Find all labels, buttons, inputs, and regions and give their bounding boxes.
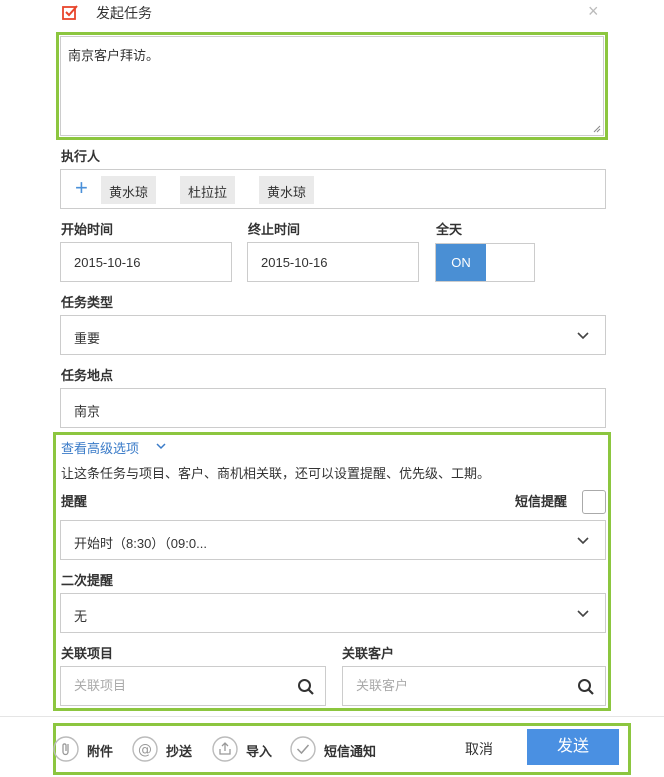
sms-reminder-checkbox[interactable]: [582, 490, 606, 514]
location-value: 南京: [74, 404, 101, 419]
resize-grip-icon[interactable]: [593, 125, 601, 133]
footer-divider: [0, 716, 664, 717]
chevron-down-icon[interactable]: [156, 443, 166, 450]
send-button[interactable]: 发送: [527, 729, 619, 765]
location-field[interactable]: 南京: [60, 388, 606, 428]
check-circle-icon: [290, 736, 316, 762]
chevron-down-icon: [577, 537, 589, 545]
end-time-value: 2015-10-16: [261, 255, 328, 270]
end-time-label: 终止时间: [248, 222, 301, 237]
attach-label: 附件: [87, 744, 114, 759]
paperclip-icon: [53, 736, 79, 762]
executor-label: 执行人: [61, 149, 101, 164]
customer-field: [342, 666, 606, 706]
sms-notify-button[interactable]: 短信通知: [290, 736, 390, 762]
reminder-select[interactable]: 开始时（8:30）（09:0...: [60, 520, 606, 560]
check-box-icon: [62, 5, 78, 20]
import-button[interactable]: 导入: [212, 736, 282, 762]
executor-field: + 黄水琼 杜拉拉 黄水琼: [60, 169, 606, 209]
all-day-toggle[interactable]: ON: [435, 243, 535, 282]
task-type-select[interactable]: 重要: [60, 315, 606, 355]
reminder-label: 提醒: [61, 494, 88, 509]
advanced-options-link[interactable]: 查看高级选项: [61, 438, 139, 457]
at-sign-icon: @: [132, 736, 158, 762]
project-field: [60, 666, 326, 706]
upload-icon: [212, 736, 238, 762]
start-time-value: 2015-10-16: [74, 255, 141, 270]
sms-reminder-label: 短信提醒: [515, 494, 568, 509]
chevron-down-icon: [577, 610, 589, 618]
project-label: 关联项目: [61, 646, 114, 661]
advanced-description: 让这条任务与项目、客户、商机相关联，还可以设置提醒、优先级、工期。: [61, 466, 491, 481]
executor-chip[interactable]: 杜拉拉: [180, 176, 236, 204]
svg-text:@: @: [138, 742, 152, 758]
search-icon[interactable]: [297, 678, 315, 696]
second-reminder-value: 无: [74, 609, 88, 624]
search-icon[interactable]: [577, 678, 595, 696]
description-box: 南京客户拜访。: [60, 36, 604, 136]
second-reminder-select[interactable]: 无: [60, 593, 606, 633]
start-time-field[interactable]: 2015-10-16: [60, 242, 232, 282]
cancel-button[interactable]: 取消: [465, 739, 493, 759]
close-icon[interactable]: ×: [588, 1, 599, 21]
customer-input[interactable]: [356, 678, 566, 693]
all-day-toggle-state: ON: [436, 244, 486, 281]
cc-button[interactable]: @ 抄送: [132, 736, 202, 762]
dialog-title: 发起任务: [96, 5, 152, 21]
project-input[interactable]: [74, 678, 286, 693]
attach-button[interactable]: 附件: [53, 736, 123, 762]
dialog-header: 发起任务 ×: [0, 0, 664, 28]
reminder-value: 开始时（8:30）（09:0...: [74, 536, 207, 551]
chevron-down-icon: [577, 332, 589, 340]
import-label: 导入: [246, 744, 273, 759]
second-reminder-label: 二次提醒: [61, 573, 114, 588]
task-type-label: 任务类型: [61, 295, 114, 310]
customer-label: 关联客户: [342, 646, 395, 661]
location-label: 任务地点: [61, 368, 114, 383]
executor-chip[interactable]: 黄水琼: [101, 176, 157, 204]
executor-chip[interactable]: 黄水琼: [259, 176, 315, 204]
description-input[interactable]: 南京客户拜访。: [61, 37, 603, 135]
cc-label: 抄送: [166, 744, 193, 759]
all-day-label: 全天: [436, 222, 463, 237]
task-type-value: 重要: [74, 331, 101, 346]
end-time-field[interactable]: 2015-10-16: [247, 242, 419, 282]
start-time-label: 开始时间: [61, 222, 114, 237]
sms-notify-label: 短信通知: [324, 744, 377, 759]
add-executor-icon[interactable]: +: [75, 176, 88, 200]
